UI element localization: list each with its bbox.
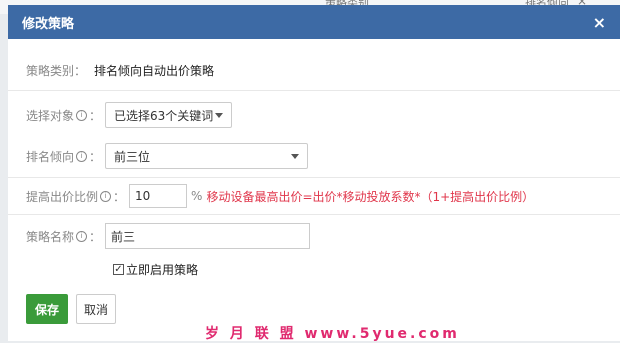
rank-colon: ： [89,149,102,164]
divider [8,177,620,178]
strategy-name-colon: ： [89,229,102,244]
bid-formula-note: 移动设备最高出价=出价*移动投放系数*（1+提高出价比例） [206,189,535,204]
dialog-header: 修改策略 × [8,5,620,39]
strategy-name-input[interactable]: 前三 [105,223,311,249]
cancel-button[interactable]: 取消 [76,294,116,324]
target-label: 选择对象 [26,108,75,123]
close-icon[interactable]: × [593,13,606,32]
strategy-name-row: 策略名称 i ： 前三 [26,223,311,249]
help-circle-icon[interactable]: i [76,109,88,121]
dialog-title: 修改策略 [22,16,75,32]
bid-ratio-input-value: 10 [135,189,151,203]
divider [8,214,620,215]
chevron-down-icon [215,112,224,118]
bid-ratio-colon: ： [113,189,126,204]
help-circle-icon[interactable]: i [76,150,88,162]
percent-unit: % [191,189,203,203]
target-row: 选择对象 i ： 已选择63个关键词 [26,102,233,128]
rank-select[interactable]: 前三位 [105,143,309,169]
bid-ratio-input[interactable]: 10 [129,184,188,208]
enable-strategy-row: ✓ 立即启用策略 [113,261,198,278]
enable-strategy-checkbox[interactable]: ✓ [113,264,124,275]
divider [8,90,620,91]
strategy-type-row: 策略类别： 排名倾向自动出价策略 [26,62,214,79]
strategy-name-label: 策略名称 [26,229,75,244]
watermark-text: 岁 月 联 盟 www.5yue.com [205,326,460,342]
rank-select-value: 前三位 [114,149,151,164]
rank-label: 排名倾向 [26,149,75,164]
help-circle-icon[interactable]: i [100,190,112,202]
target-select[interactable]: 已选择63个关键词 [105,102,233,128]
help-circle-icon[interactable]: i [76,230,88,242]
save-button[interactable]: 保存 [26,294,68,324]
chevron-down-icon [291,153,300,159]
strategy-name-input-value: 前三 [111,229,136,244]
target-select-value: 已选择63个关键词 [114,108,214,123]
enable-strategy-label: 立即启用策略 [126,263,199,277]
rank-row: 排名倾向 i ： 前三位 [26,143,309,169]
strategy-type-value: 排名倾向自动出价策略 [94,64,215,78]
strategy-type-label: 策略类别： [26,64,87,78]
target-colon: ： [89,108,102,123]
edit-strategy-dialog: 修改策略 × 策略类别： 排名倾向自动出价策略 选择对象 i ： 已选择63个关… [8,5,620,342]
bid-ratio-label: 提高出价比例 [26,189,99,204]
bid-ratio-row: 提高出价比例 i ： 10 % 移动设备最高出价=出价*移动投放系数*（1+提高… [26,184,534,208]
